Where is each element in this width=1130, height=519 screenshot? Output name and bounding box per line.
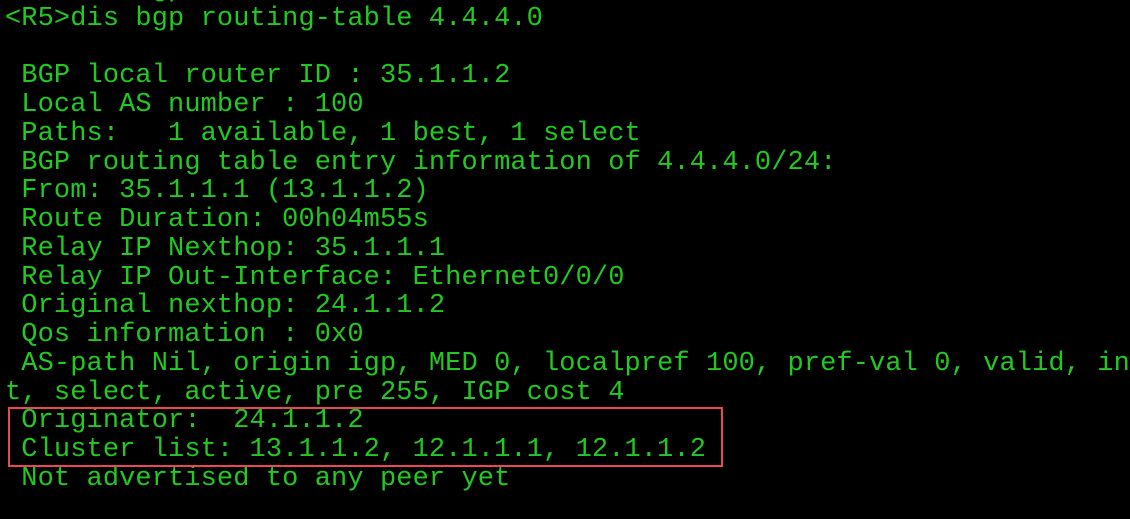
terminal-line: BGP local router ID : 35.1.1.2 [5,61,511,92]
terminal-line: Local AS number : 100 [5,90,364,120]
terminal-line: Qos information : 0x0 [5,320,364,350]
terminal-line: BGP routing table entry information of 4… [5,147,837,178]
terminal-line: AS-path Nil, origin igp, MED 0, localpre… [21,348,1130,379]
terminal-line: t, select, active, pre 255, IGP cost 4 [5,377,625,408]
terminal-line: Original nexthop: 24.1.1.2 [5,291,446,322]
terminal-line: From: 35.1.1.1 (13.1.1.2) [5,176,429,207]
terminal-line: Relay IP Out-Interface: Ethernet0/0/0 [5,262,625,293]
terminal-line: Relay IP Nexthop: 35.1.1.1 [5,233,446,264]
terminal-line: Paths: 1 available, 1 best, 1 select [5,118,641,149]
terminal-line: <R5>dis bgp routing-table 4.4.4.0 [5,3,543,34]
highlight-box [8,407,723,467]
terminal-line: Not advertised to any peer yet [5,463,511,494]
terminal-line: Route Duration: 00h04m55s [5,205,429,235]
